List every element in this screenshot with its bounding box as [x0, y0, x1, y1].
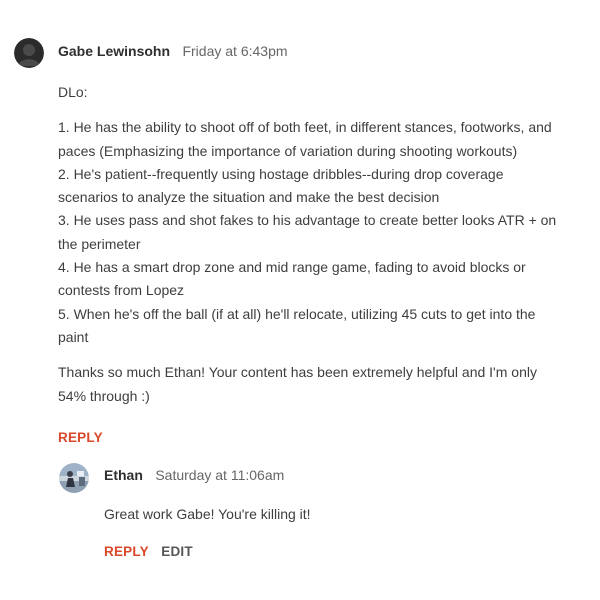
edit-button[interactable]: EDIT	[161, 544, 193, 559]
reply-body: Great work Gabe! You're killing it!	[104, 503, 544, 526]
reply-comment: Ethan Saturday at 11:06am Great work Gab…	[59, 461, 559, 571]
comment-author[interactable]: Gabe Lewinsohn	[58, 43, 170, 59]
comment-actions: REPLY	[58, 429, 111, 447]
comment-closing: Thanks so much Ethan! Your content has b…	[58, 364, 537, 404]
reply-text: Great work Gabe! You're killing it!	[104, 506, 311, 522]
reply-meta: Ethan Saturday at 11:06am	[104, 466, 284, 485]
reply-timestamp[interactable]: Saturday at 11:06am	[155, 467, 284, 483]
reply-actions: REPLY EDIT	[104, 543, 201, 561]
comment-intro: DLo:	[58, 84, 88, 100]
comment-thread: Gabe Lewinsohn Friday at 6:43pm DLo: 1. …	[0, 0, 600, 600]
comment-body: DLo: 1. He has the ability to shoot off …	[58, 81, 563, 408]
comment-points: 1. He has the ability to shoot off of bo…	[58, 119, 557, 345]
reply-author[interactable]: Ethan	[104, 467, 143, 483]
comment-timestamp[interactable]: Friday at 6:43pm	[182, 43, 287, 59]
reply-button[interactable]: REPLY	[58, 430, 103, 445]
photo-avatar-icon[interactable]	[59, 463, 89, 493]
comment-meta: Gabe Lewinsohn Friday at 6:43pm	[58, 42, 288, 61]
reply-button[interactable]: REPLY	[104, 544, 149, 559]
user-silhouette-icon[interactable]	[14, 38, 44, 68]
